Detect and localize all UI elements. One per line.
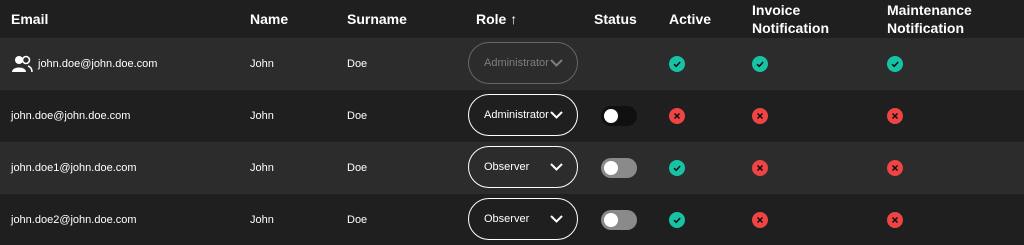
- maintenance-x-icon: [887, 108, 903, 124]
- role-select: Administrator: [468, 42, 578, 84]
- header-invoice-line1: Invoice: [752, 2, 801, 18]
- email-cell: john.doe1@john.doe.com: [11, 162, 137, 174]
- status-toggle[interactable]: [601, 158, 637, 178]
- role-value: Observer: [484, 161, 530, 173]
- status-toggle[interactable]: [601, 106, 637, 126]
- table-row: john.doe2@john.doe.com John Doe Observer: [0, 194, 1024, 245]
- status-toggle[interactable]: [601, 210, 637, 230]
- header-invoice-line2: Notification: [752, 20, 829, 36]
- header-maintenance-notification[interactable]: Maintenance Notification: [887, 0, 972, 38]
- toggle-knob: [604, 161, 618, 175]
- active-check-icon: [669, 212, 685, 228]
- table-row: john.doe@john.doe.com John Doe Administr…: [0, 90, 1024, 142]
- email-text: john.doe@john.doe.com: [38, 58, 158, 70]
- header-active[interactable]: Active: [669, 0, 711, 38]
- toggle-knob: [604, 213, 618, 227]
- maintenance-x-icon: [887, 212, 903, 228]
- maintenance-x-icon: [887, 160, 903, 176]
- users-icon: [11, 55, 33, 73]
- header-name[interactable]: Name: [250, 0, 288, 38]
- role-select[interactable]: Observer: [468, 198, 578, 240]
- role-select[interactable]: Observer: [468, 146, 578, 188]
- table-row: john.doe@john.doe.com John Doe Administr…: [0, 38, 1024, 90]
- role-value: Administrator: [484, 57, 549, 69]
- table-header: Email Name Surname Role ↑ Status Active …: [0, 0, 1024, 38]
- email-cell: john.doe2@john.doe.com: [11, 213, 137, 226]
- users-table: Email Name Surname Role ↑ Status Active …: [0, 0, 1024, 245]
- surname-cell: Doe: [347, 213, 368, 226]
- header-status[interactable]: Status: [594, 0, 637, 38]
- surname-cell: Doe: [347, 162, 368, 174]
- name-cell: John: [250, 58, 274, 70]
- surname-cell: Doe: [347, 58, 368, 70]
- invoice-x-icon: [752, 212, 768, 228]
- header-maintenance-line1: Maintenance: [887, 2, 972, 18]
- header-surname[interactable]: Surname: [347, 0, 407, 38]
- role-select[interactable]: Administrator: [468, 94, 578, 136]
- header-maintenance-line2: Notification: [887, 20, 964, 36]
- invoice-check-icon: [752, 56, 768, 72]
- invoice-x-icon: [752, 108, 768, 124]
- email-cell: john.doe@john.doe.com: [11, 110, 131, 122]
- email-cell: john.doe@john.doe.com: [11, 38, 157, 90]
- active-check-icon: [669, 56, 685, 72]
- role-value: Administrator: [484, 109, 549, 121]
- chevron-down-icon: [550, 59, 563, 67]
- chevron-down-icon: [550, 163, 563, 171]
- toggle-knob: [604, 109, 618, 123]
- surname-cell: Doe: [347, 110, 368, 122]
- header-email[interactable]: Email: [11, 0, 48, 38]
- active-check-icon: [669, 160, 685, 176]
- maintenance-check-icon: [887, 56, 903, 72]
- header-invoice-notification[interactable]: Invoice Notification: [752, 0, 829, 38]
- name-cell: John: [250, 110, 274, 122]
- header-role[interactable]: Role ↑: [476, 0, 517, 38]
- name-cell: John: [250, 213, 274, 226]
- active-x-icon: [669, 108, 685, 124]
- name-cell: John: [250, 162, 274, 174]
- table-row: john.doe1@john.doe.com John Doe Observer: [0, 142, 1024, 194]
- chevron-down-icon: [550, 111, 563, 119]
- invoice-x-icon: [752, 160, 768, 176]
- chevron-down-icon: [550, 215, 563, 223]
- role-value: Observer: [484, 213, 530, 225]
